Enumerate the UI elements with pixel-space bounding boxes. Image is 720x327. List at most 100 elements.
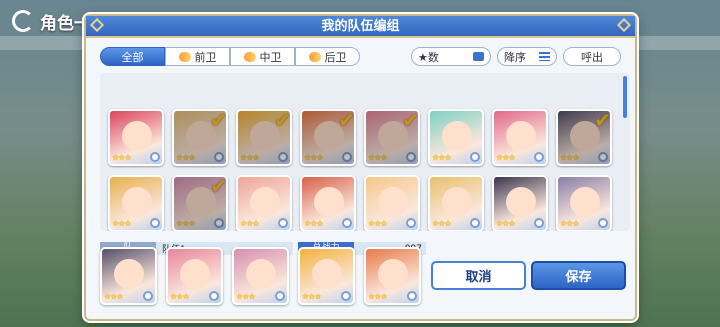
filter-all[interactable]: 全部 xyxy=(100,47,165,66)
filter-middle[interactable]: 中卫 xyxy=(230,47,295,66)
sort-bar: ★数 降序 呼出 xyxy=(411,47,621,66)
star-rating: ★★★ xyxy=(496,219,515,228)
rank-icon xyxy=(341,291,351,301)
checkmark-icon: ✔ xyxy=(594,109,611,132)
team-member-card[interactable]: ★★★ xyxy=(166,247,223,305)
team-edit-dialog: 我的队伍编组 全部 前卫 中卫 后卫 ★数 降序 呼出 ★★★ ★★★ ✔ ★★★ ✔ ★… xyxy=(84,14,637,321)
checkmark-icon: ✔ xyxy=(210,175,227,198)
star-rating: ★★★ xyxy=(432,219,451,228)
roster-character-card[interactable]: ★★★ ✔ xyxy=(172,175,228,231)
team-member-card[interactable]: ★★★ xyxy=(232,247,289,305)
character-portrait xyxy=(442,121,472,151)
front-position-icon xyxy=(178,51,191,62)
team-member-card[interactable]: ★★★ xyxy=(100,247,157,305)
rank-icon xyxy=(534,218,544,228)
rank-icon xyxy=(278,152,288,162)
star-rating: ★★★ xyxy=(368,292,387,301)
ornament-icon xyxy=(89,17,105,33)
character-portrait xyxy=(314,187,344,217)
star-rating: ★★★ xyxy=(170,292,189,301)
roster-character-card[interactable]: ★★★ xyxy=(492,109,548,166)
star-rating: ★★★ xyxy=(496,153,515,162)
character-portrait xyxy=(570,121,600,151)
star-rating: ★★★ xyxy=(240,219,259,228)
checkmark-icon: ✔ xyxy=(338,109,355,132)
star-rating: ★★★ xyxy=(176,153,195,162)
roster-character-card[interactable]: ★★★ ✔ xyxy=(300,109,356,166)
rank-icon xyxy=(214,218,224,228)
roster-character-card[interactable]: ★★★ xyxy=(364,175,420,231)
middle-position-icon xyxy=(243,51,256,62)
roster-character-card[interactable]: ★★★ ✔ xyxy=(364,109,420,166)
rank-icon xyxy=(407,291,417,301)
rank-icon xyxy=(150,152,160,162)
character-portrait xyxy=(506,121,536,151)
character-portrait xyxy=(250,121,280,151)
rank-icon xyxy=(342,218,352,228)
rank-icon xyxy=(278,218,288,228)
star-rating: ★★★ xyxy=(112,153,131,162)
checkmark-icon: ✔ xyxy=(402,109,419,132)
roster-character-card[interactable]: ★★★ xyxy=(428,109,484,166)
checkmark-icon: ✔ xyxy=(210,109,227,132)
position-filters: 全部 前卫 中卫 后卫 xyxy=(100,47,360,66)
sort-order-button[interactable]: 降序 xyxy=(497,47,557,66)
team-member-card[interactable]: ★★★ xyxy=(298,247,355,305)
back-position-icon xyxy=(308,51,321,62)
roster-character-card[interactable]: ★★★ xyxy=(108,109,164,166)
character-portrait xyxy=(122,121,152,151)
call-button[interactable]: 呼出 xyxy=(563,47,621,66)
roster-character-card[interactable]: ★★★ xyxy=(428,175,484,231)
star-rating: ★★★ xyxy=(304,219,323,228)
rank-icon xyxy=(209,291,219,301)
sort-lines-icon xyxy=(539,52,550,61)
toggle-icon xyxy=(473,52,484,61)
checkmark-icon: ✔ xyxy=(274,109,291,132)
rank-icon xyxy=(275,291,285,301)
roster-character-card[interactable]: ★★★ ✔ xyxy=(172,109,228,166)
rank-icon xyxy=(406,152,416,162)
cancel-button[interactable]: 取消 xyxy=(431,261,526,290)
character-portrait xyxy=(312,259,342,289)
ornament-icon xyxy=(616,17,632,33)
star-rating: ★★★ xyxy=(302,292,321,301)
roster-character-card[interactable]: ★★★ xyxy=(108,175,164,231)
star-rating: ★★★ xyxy=(368,153,387,162)
rank-icon xyxy=(214,152,224,162)
character-portrait xyxy=(186,121,216,151)
star-rating: ★★★ xyxy=(560,153,579,162)
star-rating: ★★★ xyxy=(176,219,195,228)
star-rating: ★★★ xyxy=(240,153,259,162)
star-rating: ★★★ xyxy=(560,219,579,228)
rank-icon xyxy=(534,152,544,162)
filter-back[interactable]: 后卫 xyxy=(295,47,360,66)
swirl-icon xyxy=(12,10,34,32)
filter-front[interactable]: 前卫 xyxy=(165,47,230,66)
rank-icon xyxy=(470,218,480,228)
dialog-header: 我的队伍编组 xyxy=(86,16,635,38)
dialog-title: 我的队伍编组 xyxy=(321,19,400,34)
character-portrait xyxy=(122,187,152,217)
character-portrait xyxy=(378,259,408,289)
rank-icon xyxy=(470,152,480,162)
sort-by-stars-button[interactable]: ★数 xyxy=(411,47,491,66)
star-rating: ★★★ xyxy=(304,153,323,162)
grid-scrollbar[interactable] xyxy=(623,76,627,118)
character-portrait xyxy=(180,259,210,289)
team-member-card[interactable]: ★★★ xyxy=(364,247,421,305)
roster-character-card[interactable]: ★★★ xyxy=(556,175,612,231)
rank-icon xyxy=(342,152,352,162)
character-portrait xyxy=(506,187,536,217)
character-grid: ★★★ ★★★ ✔ ★★★ ✔ ★★★ ✔ ★★★ ✔ ★★★ ★★★ ★★★ ✔ ★★★ ★★★ ✔ ★★★… xyxy=(100,73,630,231)
roster-character-card[interactable]: ★★★ ✔ xyxy=(556,109,612,166)
rank-icon xyxy=(598,218,608,228)
roster-character-card[interactable]: ★★★ xyxy=(236,175,292,231)
star-rating: ★★★ xyxy=(104,292,123,301)
roster-character-card[interactable]: ★★★ ✔ xyxy=(236,109,292,166)
star-rating: ★★★ xyxy=(236,292,255,301)
roster-character-card[interactable]: ★★★ xyxy=(492,175,548,231)
star-rating: ★★★ xyxy=(432,153,451,162)
character-portrait xyxy=(378,121,408,151)
save-button[interactable]: 保存 xyxy=(531,261,626,290)
roster-character-card[interactable]: ★★★ xyxy=(300,175,356,231)
